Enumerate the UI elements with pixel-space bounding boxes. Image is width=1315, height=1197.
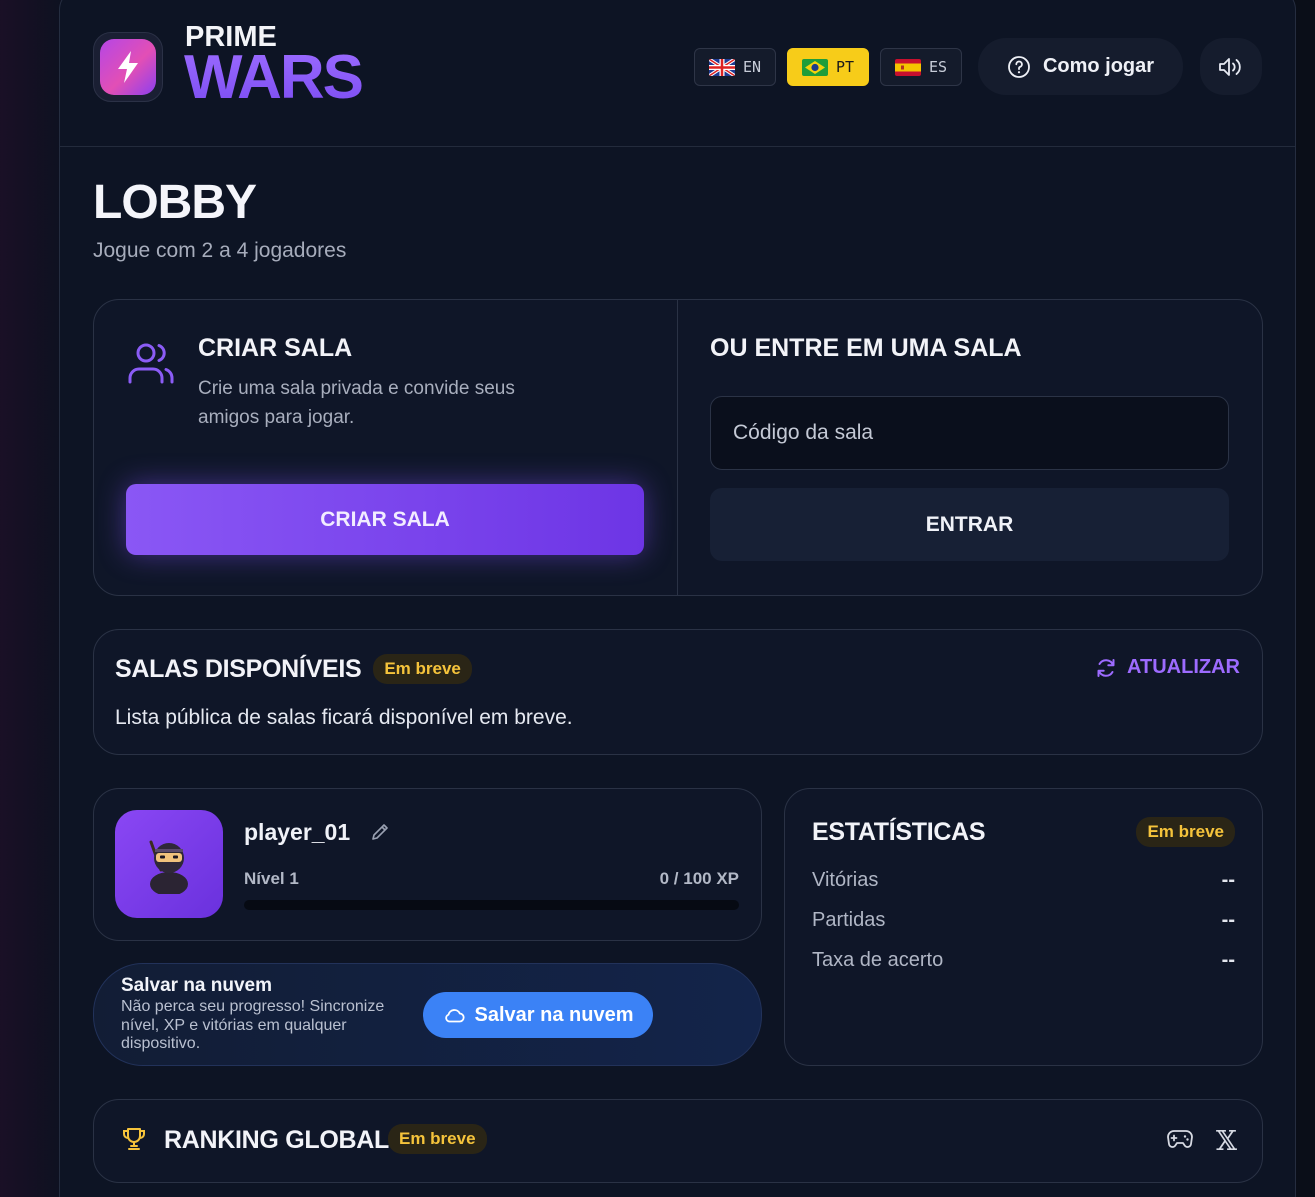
- language-en-label: EN: [742, 58, 762, 76]
- available-rooms-card: SALAS DISPONÍVEIS Em breve ATUALIZAR Lis…: [93, 629, 1263, 755]
- cloud-save-title: Salvar na nuvem: [121, 975, 273, 996]
- stats-coming-soon-badge: Em breve: [1136, 817, 1235, 847]
- create-room-title: CRIAR SALA: [198, 334, 353, 362]
- speaker-icon: [1219, 57, 1241, 76]
- xp-progress-bar: [244, 900, 739, 910]
- room-card: CRIAR SALA Crie uma sala privada e convi…: [93, 299, 1263, 596]
- cloud-save-button[interactable]: Salvar na nuvem: [423, 992, 653, 1038]
- language-en-button[interactable]: EN: [694, 48, 776, 86]
- users-icon: [126, 340, 176, 391]
- available-rooms-title: SALAS DISPONÍVEIS: [115, 654, 362, 683]
- cloud-save-description: Não perca seu progresso! Sincronize níve…: [121, 998, 385, 1052]
- stat-value: --: [1221, 949, 1235, 971]
- language-es-label: ES: [928, 58, 948, 76]
- player-xp: 0 / 100 XP: [659, 869, 739, 888]
- avatar[interactable]: [115, 810, 223, 918]
- cloud-icon: [444, 1009, 465, 1023]
- cloud-save-card: Salvar na nuvem Não perca seu progresso!…: [93, 963, 762, 1066]
- create-room-button[interactable]: CRIAR SALA: [126, 484, 644, 555]
- join-room-button[interactable]: ENTRAR: [710, 488, 1229, 561]
- main-panel: PRIME WARS EN PT ES Como jogar LOBBY Jog…: [59, 0, 1296, 1197]
- sound-toggle-button[interactable]: [1200, 38, 1262, 95]
- gamepad-icon[interactable]: [1166, 1128, 1194, 1155]
- lightning-icon: [100, 39, 156, 95]
- trophy-icon: [121, 1126, 147, 1157]
- card-divider: [677, 300, 678, 595]
- ninja-avatar-icon: [149, 840, 188, 894]
- player-name: player_01: [244, 819, 351, 845]
- language-pt-button[interactable]: PT: [787, 48, 869, 86]
- room-code-input[interactable]: [710, 396, 1229, 470]
- page-title: LOBBY: [93, 176, 257, 229]
- refresh-button[interactable]: ATUALIZAR: [1095, 656, 1240, 679]
- cloud-save-button-label: Salvar na nuvem: [474, 1003, 634, 1026]
- stat-row-wins: Vitórias --: [812, 869, 1235, 892]
- stat-label: Taxa de acerto: [812, 949, 944, 971]
- logo: [93, 32, 163, 102]
- join-room-title: OU ENTRE EM UMA SALA: [710, 334, 1022, 362]
- refresh-label: ATUALIZAR: [1127, 656, 1240, 678]
- question-circle-icon: [1008, 55, 1030, 78]
- how-to-play-label: Como jogar: [1042, 55, 1155, 77]
- refresh-icon: [1097, 658, 1115, 677]
- player-level: Nível 1: [244, 869, 299, 888]
- page-subtitle: Jogue com 2 a 4 jogadores: [93, 239, 347, 262]
- ranking-card: RANKING GLOBAL Em breve 𝕏: [93, 1099, 1263, 1183]
- stat-value: --: [1221, 869, 1235, 891]
- profile-card: player_01 Nível 1 0 / 100 XP: [93, 788, 762, 941]
- header: PRIME WARS EN PT ES Como jogar: [60, 0, 1295, 147]
- edit-name-icon[interactable]: [370, 822, 390, 847]
- x-social-icon[interactable]: 𝕏: [1216, 1126, 1237, 1157]
- coming-soon-badge: Em breve: [373, 654, 472, 684]
- stat-label: Partidas: [812, 909, 886, 931]
- language-es-button[interactable]: ES: [880, 48, 962, 86]
- stat-label: Vitórias: [812, 869, 879, 891]
- spain-flag-icon: [894, 58, 921, 76]
- available-rooms-message: Lista pública de salas ficará disponível…: [115, 706, 573, 729]
- ranking-title: RANKING GLOBAL: [164, 1126, 389, 1154]
- brand-name-main: WARS: [184, 43, 364, 112]
- uk-flag-icon: [708, 58, 735, 76]
- available-rooms-header: SALAS DISPONÍVEIS Em breve: [115, 654, 472, 684]
- stat-row-accuracy: Taxa de acerto --: [812, 949, 1235, 972]
- ranking-coming-soon-badge: Em breve: [388, 1124, 487, 1154]
- how-to-play-button[interactable]: Como jogar: [978, 38, 1183, 95]
- stats-card: ESTATÍSTICAS Em breve Vitórias -- Partid…: [784, 788, 1263, 1066]
- stat-row-matches: Partidas --: [812, 909, 1235, 932]
- stats-title: ESTATÍSTICAS: [812, 818, 986, 846]
- create-room-description: Crie uma sala privada e convide seus ami…: [198, 378, 515, 428]
- brazil-flag-icon: [801, 58, 828, 76]
- language-pt-label: PT: [835, 58, 855, 76]
- stat-value: --: [1221, 909, 1235, 931]
